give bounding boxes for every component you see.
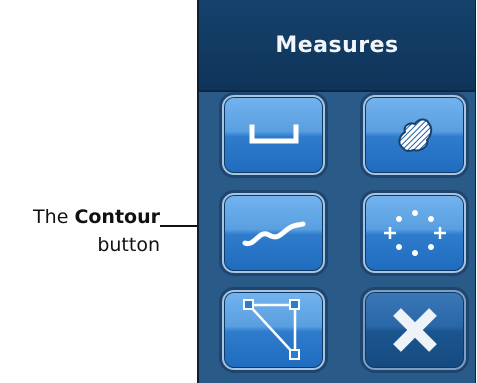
panel-header: Measures — [199, 0, 475, 92]
measures-panel: Measures — [197, 0, 476, 383]
dotted-circle-icon — [383, 210, 446, 256]
callout-prefix: The — [33, 206, 69, 228]
point-measure-button[interactable] — [363, 193, 466, 273]
callout-bold: Contour — [74, 206, 160, 228]
delete-measure-button[interactable] — [363, 290, 466, 370]
callout-suffix: button — [97, 234, 160, 256]
panel-title: Measures — [275, 32, 399, 58]
ruler-bracket-icon — [249, 124, 298, 144]
contour-curve-icon — [242, 221, 305, 247]
hatched-area-icon — [397, 118, 432, 153]
close-x-icon — [392, 308, 437, 352]
area-measure-button[interactable] — [363, 95, 466, 175]
straight-line-measure-button[interactable] — [222, 95, 325, 175]
contour-measure-button[interactable] — [222, 193, 325, 273]
polygon-vertices-icon — [242, 299, 300, 360]
contour-callout-label: The Contour button — [0, 203, 160, 259]
polyline-measure-button[interactable] — [222, 290, 325, 370]
